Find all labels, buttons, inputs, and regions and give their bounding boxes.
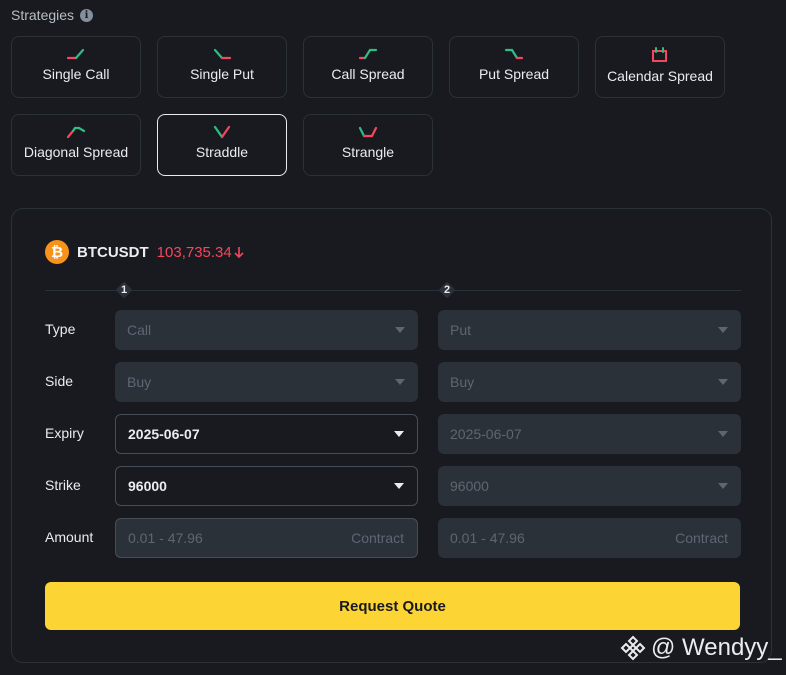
single-put-icon <box>213 48 232 60</box>
leg2-type-select[interactable]: Put <box>438 310 741 350</box>
leg1-amount-input[interactable]: 0.01 - 47.96 Contract <box>115 518 418 558</box>
leg2-strike-value: 96000 <box>450 478 489 494</box>
calendar-spread-icon <box>652 47 667 62</box>
strangle-icon <box>358 126 378 138</box>
arrow-down-icon <box>234 246 244 258</box>
strategies-header: Strategies i <box>11 7 94 23</box>
strategy-label: Call Spread <box>331 66 405 82</box>
caret-down-icon <box>394 431 404 437</box>
strategy-label: Straddle <box>195 144 249 160</box>
call-spread-icon <box>358 48 378 60</box>
leg1-type-select[interactable]: Call <box>115 310 418 350</box>
side-label: Side <box>45 373 74 389</box>
info-icon[interactable]: i <box>80 8 94 22</box>
amount-label: Amount <box>45 529 94 545</box>
caret-down-icon <box>395 327 405 333</box>
caret-down-icon <box>718 327 728 333</box>
single-call-icon <box>66 48 85 60</box>
strategy-straddle[interactable]: Straddle <box>157 114 287 176</box>
strategy-call-spread[interactable]: Call Spread <box>303 36 433 98</box>
watermark: @ Wendyy_ <box>619 634 782 662</box>
straddle-icon <box>213 125 231 139</box>
strategy-put-spread[interactable]: Put Spread <box>449 36 579 98</box>
leg1-strike-value: 96000 <box>128 478 167 494</box>
order-panel: ₿ BTCUSDT 103,735.34 1 2 Type Call Put S… <box>11 208 772 663</box>
ticker-symbol: BTCUSDT <box>77 243 149 261</box>
strategy-single-put[interactable]: Single Put <box>157 36 287 98</box>
diagonal-spread-icon <box>66 126 86 139</box>
ticker-price: 103,735.34 <box>157 244 244 261</box>
leg2-amount-unit: Contract <box>675 530 728 546</box>
strategies-title: Strategies <box>11 7 75 23</box>
leg2-type-value: Put <box>450 322 472 338</box>
leg2-expiry-value: 2025-06-07 <box>450 426 522 442</box>
strategy-label: Diagonal Spread <box>23 144 129 160</box>
leg1-side-value: Buy <box>127 374 152 390</box>
strategy-label: Put Spread <box>478 66 550 82</box>
leg1-strike-select[interactable]: 96000 <box>115 466 418 506</box>
strategy-strangle[interactable]: Strangle <box>303 114 433 176</box>
strategy-label: Strangle <box>341 144 395 160</box>
strategy-diagonal-spread[interactable]: Diagonal Spread <box>11 114 141 176</box>
leg1-amount-unit: Contract <box>351 530 404 546</box>
ticker-bar: ₿ BTCUSDT 103,735.34 <box>45 240 244 264</box>
ticker-price-value: 103,735.34 <box>156 243 232 261</box>
binance-logo-icon <box>620 635 646 661</box>
watermark-text: @ Wendyy_ <box>651 634 782 661</box>
leg2-expiry-select[interactable]: 2025-06-07 <box>438 414 741 454</box>
strategy-label: Single Put <box>190 66 254 82</box>
legs-divider <box>45 290 741 291</box>
expiry-label: Expiry <box>45 425 84 441</box>
leg2-amount-placeholder: 0.01 - 47.96 <box>450 530 525 546</box>
caret-down-icon <box>394 483 404 489</box>
caret-down-icon <box>718 431 728 437</box>
bitcoin-icon: ₿ <box>45 240 69 264</box>
leg2-strike-select[interactable]: 96000 <box>438 466 741 506</box>
leg1-amount-placeholder: 0.01 - 47.96 <box>128 530 203 546</box>
leg1-type-value: Call <box>127 322 152 338</box>
caret-down-icon <box>718 483 728 489</box>
request-quote-button[interactable]: Request Quote <box>45 582 740 630</box>
leg-badge-1: 1 <box>115 281 133 299</box>
strategy-label: Single Call <box>42 66 110 82</box>
strategy-calendar-spread[interactable]: Calendar Spread <box>595 36 725 98</box>
leg-badge-2: 2 <box>438 281 456 299</box>
leg1-expiry-value: 2025-06-07 <box>128 426 200 442</box>
leg2-side-value: Buy <box>450 374 475 390</box>
leg2-amount-input[interactable]: 0.01 - 47.96 Contract <box>438 518 741 558</box>
leg1-side-select[interactable]: Buy <box>115 362 418 402</box>
leg2-side-select[interactable]: Buy <box>438 362 741 402</box>
type-label: Type <box>45 321 76 337</box>
put-spread-icon <box>504 48 524 60</box>
caret-down-icon <box>395 379 405 385</box>
strike-label: Strike <box>45 477 81 493</box>
caret-down-icon <box>718 379 728 385</box>
strategy-label: Calendar Spread <box>607 68 713 84</box>
leg1-expiry-select[interactable]: 2025-06-07 <box>115 414 418 454</box>
strategy-single-call[interactable]: Single Call <box>11 36 141 98</box>
